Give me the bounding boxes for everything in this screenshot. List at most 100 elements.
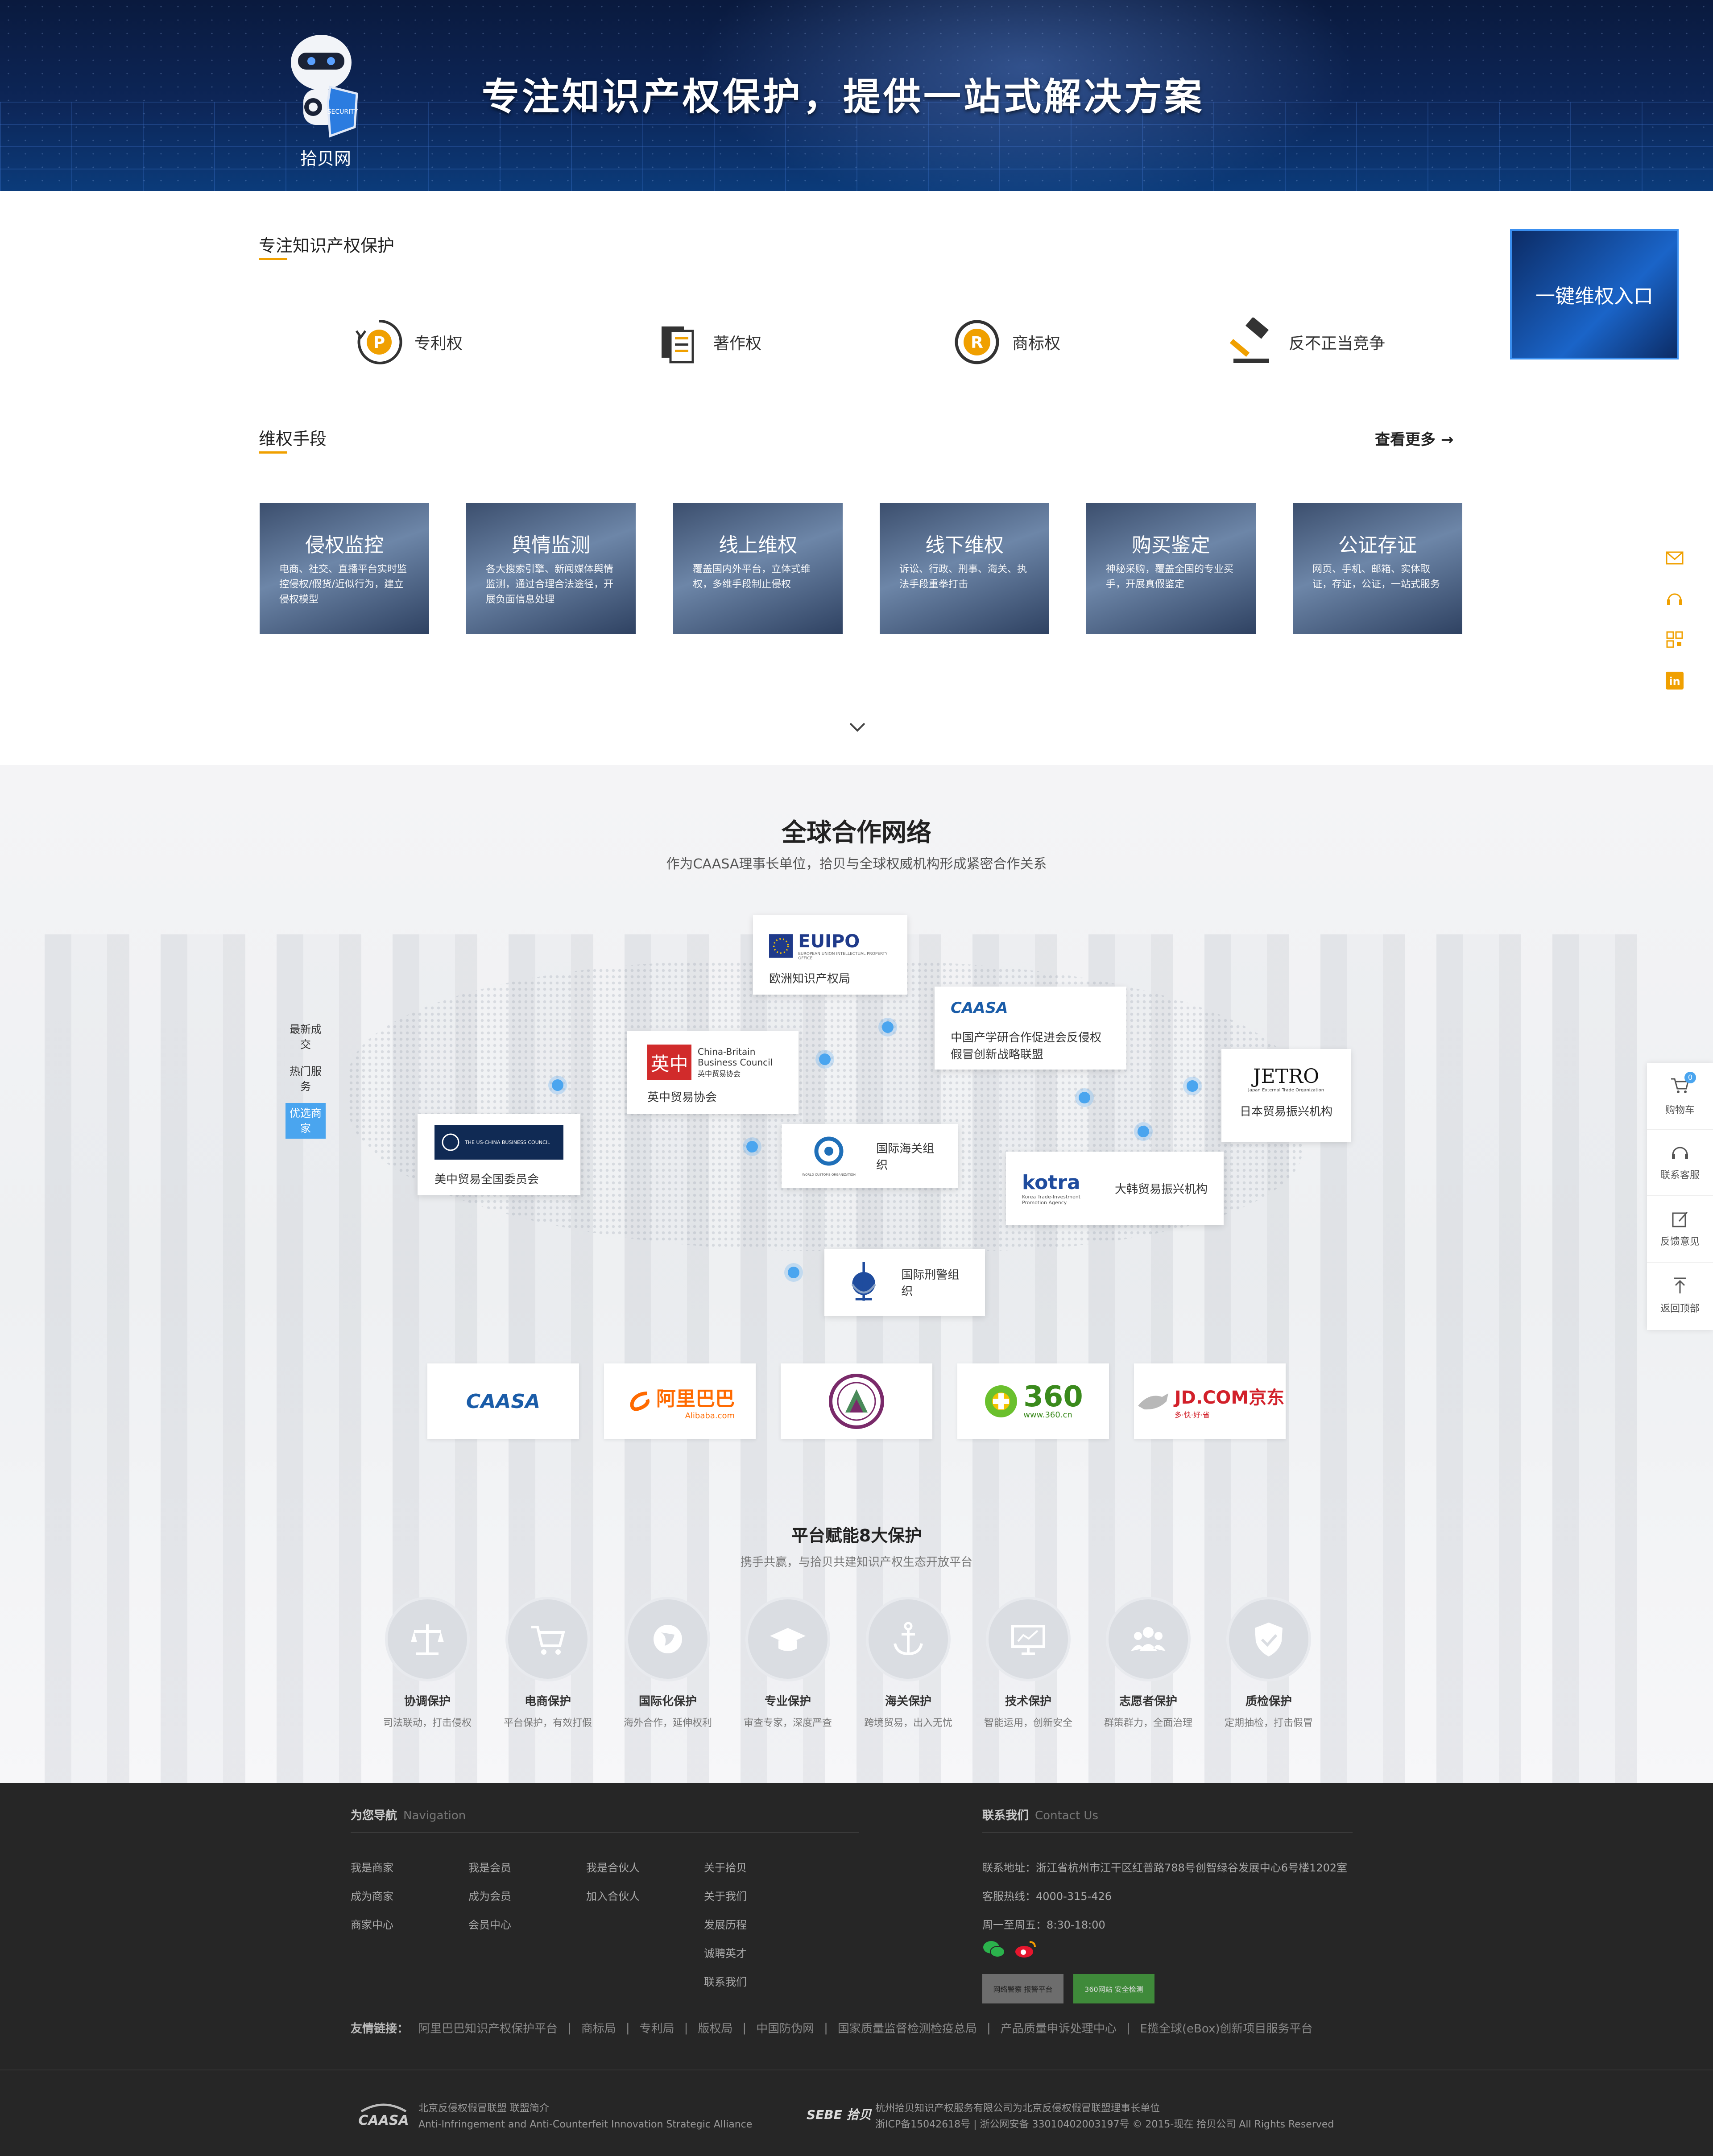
caasa-logo-text: CAASA — [951, 999, 1008, 1017]
method-card[interactable]: 侵权监控 电商、社交、直播平台实时监控侵权/假货/近似行为，建立侵权模型 — [260, 503, 429, 634]
friend-link[interactable]: 版权局 — [698, 2020, 732, 2036]
footer-link[interactable]: 发展历程 — [704, 1911, 747, 1939]
friend-link[interactable]: 专利局 — [640, 2020, 674, 2036]
toolbar-feedback[interactable]: 反馈意见 — [1647, 1196, 1713, 1263]
footer-link[interactable]: 商家中心 — [351, 1911, 393, 1939]
linkedin-icon[interactable]: in — [1665, 671, 1684, 690]
alliance-cn[interactable]: 北京反侵权假冒联盟 联盟简介 — [418, 2101, 752, 2117]
mail-icon[interactable] — [1665, 548, 1684, 567]
side-tab-preferred[interactable]: 优选商家 — [286, 1103, 326, 1139]
toolbar-label: 返回顶部 — [1660, 1303, 1700, 1314]
jd-logo-sub: 多·快·好·省 — [1174, 1411, 1210, 1419]
partner-jetro[interactable]: JETRO Japan External Trade Organization … — [1221, 1049, 1351, 1142]
footer-link[interactable]: 我是商家 — [351, 1854, 393, 1882]
footer-link[interactable]: 我是合伙人 — [586, 1854, 640, 1882]
partner-interpol[interactable]: 国际刑警组织 — [824, 1249, 985, 1316]
partner-caasa[interactable]: CAASA 中国产学研合作促进会反侵权假冒创新战略联盟 — [935, 987, 1126, 1070]
friend-link[interactable]: 商标局 — [581, 2020, 616, 2036]
ip-item-patent[interactable]: P 专利权 — [355, 318, 463, 367]
protection-item[interactable]: 质检保护 定期抽检，打击假冒 — [1211, 1597, 1327, 1729]
map-dot[interactable] — [1187, 1080, 1198, 1092]
friend-link[interactable]: 国家质量监督检测检疫总局 — [838, 2020, 977, 2036]
method-card[interactable]: 公证存证 网页、手机、邮箱、实体取证，存证，公证，一站式服务 — [1293, 503, 1462, 634]
footer-link[interactable]: 联系我们 — [704, 1968, 747, 1996]
protection-desc: 群策群力，全面治理 — [1104, 1718, 1192, 1729]
protection-item[interactable]: 技术保护 智能运用，创新安全 — [970, 1597, 1086, 1729]
method-card-title: 公证存证 — [1338, 534, 1417, 557]
view-more-label: 查看更多 — [1375, 431, 1436, 449]
partner-name: 欧洲知识产权局 — [769, 972, 851, 986]
brand-alibaba[interactable]: 阿里巴巴 Alibaba.com — [604, 1363, 756, 1439]
footer-hours: 周一至周五：8:30-18:00 — [982, 1919, 1105, 1931]
map-dot[interactable] — [819, 1053, 831, 1065]
partner-uscbc[interactable]: THE US-CHINA BUSINESS COUNCIL 美中贸易全国委员会 — [418, 1114, 580, 1195]
friend-link[interactable]: 阿里巴巴知识产权保护平台 — [418, 2020, 558, 2036]
protection-item[interactable]: 电商保护 平台保护，有效打假 — [490, 1597, 606, 1729]
wechat-icon[interactable] — [982, 1939, 1005, 1959]
footer-address: 联系地址：浙江省杭州市江干区红普路788号创智绿谷发展中心6号楼1202室 — [982, 1862, 1348, 1874]
ip-item-competition[interactable]: 反不正当竞争 — [1229, 318, 1385, 367]
friend-link[interactable]: E揽全球(eBox)创新项目服务平台 — [1140, 2020, 1312, 2036]
method-card[interactable]: 购买鉴定 神秘采购，覆盖全国的专业买手，开展真假鉴定 — [1086, 503, 1256, 634]
police-badge[interactable]: 网络警察 报警平台 — [982, 1974, 1063, 2003]
brand-caasa[interactable]: CAASA — [427, 1363, 579, 1439]
method-card-title: 线上维权 — [719, 534, 797, 557]
protection-item[interactable]: 国际化保护 海外合作，延伸权利 — [610, 1597, 726, 1729]
ip-item-label: 著作权 — [713, 335, 762, 353]
footer-link[interactable]: 诚聘英才 — [704, 1939, 747, 1968]
footer-link[interactable]: 我是会员 — [468, 1854, 511, 1882]
footer-link[interactable]: 成为会员 — [468, 1882, 511, 1911]
footer: 为您导航 Navigation 我是商家 成为商家 商家中心 我是会员 成为会员 … — [0, 1783, 1713, 2156]
toolbar-back-to-top[interactable]: 返回顶部 — [1647, 1263, 1713, 1329]
robot-logo-icon[interactable]: SECURITY — [286, 31, 366, 143]
logo-text[interactable]: 拾贝网 — [286, 145, 366, 169]
brand-emblem[interactable] — [781, 1363, 932, 1439]
protection-item[interactable]: 海关保护 跨境贸易，出入无忧 — [850, 1597, 966, 1729]
cart-icon — [531, 1626, 565, 1655]
footer-link[interactable]: 关于我们 — [704, 1882, 747, 1911]
side-tab-hot[interactable]: 热门服务 — [286, 1061, 326, 1097]
map-dot[interactable] — [788, 1267, 799, 1278]
friend-link[interactable]: 产品质量申诉处理中心 — [1001, 2020, 1117, 2036]
qr-code-icon[interactable] — [1665, 630, 1684, 649]
footer-company: 杭州拾贝知识产权服务有限公司为北京反侵权假冒联盟理事长单位 浙ICP备15042… — [875, 2101, 1334, 2133]
toolbar-cart[interactable]: 0 购物车 — [1647, 1063, 1713, 1130]
view-more-link[interactable]: 查看更多 → — [1375, 427, 1453, 449]
side-tab-latest[interactable]: 最新成交 — [286, 1019, 326, 1055]
method-card[interactable]: 舆情监测 各大搜索引擎、新闻媒体舆情监测，通过合理合法途径，开展负面信息处理 — [466, 503, 636, 634]
brand-360[interactable]: 360 www.360.cn — [957, 1363, 1109, 1439]
friend-link[interactable]: 中国防伪网 — [756, 2020, 814, 2036]
protection-item[interactable]: 协调保护 司法联动，打击侵权 — [369, 1597, 485, 1729]
brand-jd[interactable]: JD.COM京东 多·快·好·省 — [1134, 1363, 1286, 1439]
map-dot[interactable] — [882, 1021, 894, 1033]
map-dot[interactable] — [1079, 1092, 1090, 1103]
partner-cbbc[interactable]: 英中 China-Britain Business Council 英中贸易协会 … — [627, 1031, 799, 1114]
methods-section-title: 维权手段 — [259, 429, 327, 449]
footer-link[interactable]: 关于拾贝 — [704, 1854, 747, 1882]
chevron-down-icon[interactable] — [848, 718, 866, 736]
partner-name: 美中贸易全国委员会 — [434, 1173, 539, 1186]
ip-item-trademark[interactable]: R 商标权 — [952, 318, 1060, 367]
toolbar-contact[interactable]: 联系客服 — [1647, 1130, 1713, 1196]
protection-item[interactable]: 专业保护 审查专家，深度严查 — [730, 1597, 846, 1729]
ip-item-copyright[interactable]: 著作权 — [654, 318, 761, 367]
globe-icon — [654, 1625, 682, 1653]
one-click-rights-button[interactable]: 一键维权入口 — [1510, 229, 1679, 359]
partner-wco[interactable]: WORLD CUSTOMS ORGANIZATION 国际海关组织 — [782, 1124, 958, 1188]
map-dot[interactable] — [1138, 1126, 1149, 1137]
footer-link[interactable]: 加入合伙人 — [586, 1882, 640, 1911]
method-card[interactable]: 线下维权 诉讼、行政、刑事、海关、执法手段重拳打击 — [880, 503, 1049, 634]
protection-item[interactable]: 志愿者保护 群策群力，全面治理 — [1090, 1597, 1206, 1729]
360-security-badge[interactable]: 360网站 安全检测 — [1073, 1974, 1154, 2003]
headset-icon[interactable] — [1665, 589, 1684, 608]
partner-euipo[interactable]: EUIPO EUROPEAN UNION INTELLECTUAL PROPERT… — [753, 915, 907, 995]
map-dot[interactable] — [746, 1141, 758, 1152]
headset-icon — [1672, 1147, 1688, 1159]
footer-link[interactable]: 会员中心 — [468, 1911, 511, 1939]
method-card[interactable]: 线上维权 覆盖国内外平台，立体式维权，多维手段制止侵权 — [673, 503, 843, 634]
footer-link[interactable]: 成为商家 — [351, 1882, 393, 1911]
weibo-icon[interactable] — [1014, 1939, 1038, 1959]
map-dot[interactable] — [552, 1079, 563, 1091]
partner-kotra[interactable]: kotra Korea Trade-Investment Promotion A… — [1006, 1152, 1224, 1225]
back-to-top-icon — [1674, 1277, 1686, 1293]
